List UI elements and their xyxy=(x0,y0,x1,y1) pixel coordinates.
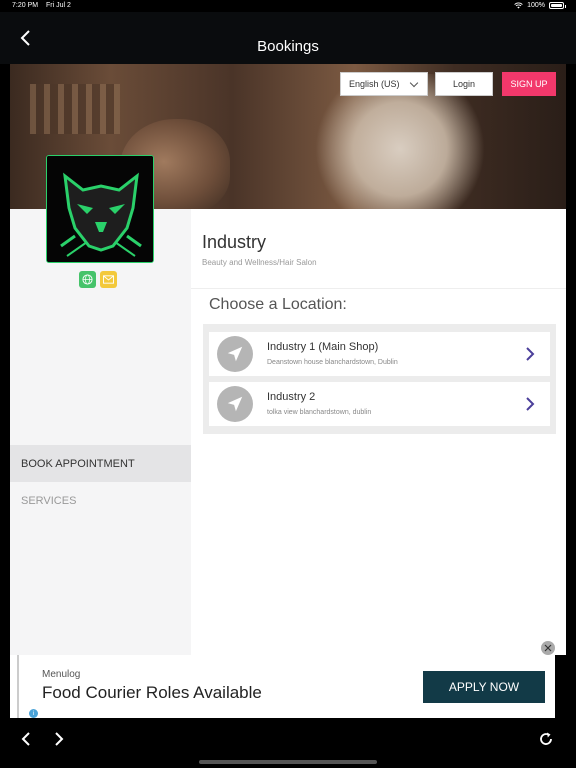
location-heading: Choose a Location: xyxy=(209,296,347,313)
hero-background xyxy=(30,84,120,134)
ad-info-icon[interactable]: i xyxy=(29,709,38,718)
bottom-toolbar xyxy=(0,718,576,768)
contact-badges xyxy=(79,271,117,288)
business-name: Industry xyxy=(202,232,267,252)
mail-icon xyxy=(103,275,114,284)
globe-icon xyxy=(82,274,93,285)
sidebar-item-services[interactable]: SERVICES xyxy=(10,482,191,519)
status-date: Fri Jul 2 xyxy=(46,2,71,9)
location-name: Industry 2 xyxy=(267,391,316,403)
chevron-down-icon xyxy=(409,78,419,88)
location-address: tolka view blanchardstown, dublin xyxy=(267,409,372,416)
location-name: Industry 1 (Main Shop) xyxy=(267,341,379,353)
status-right: 100% xyxy=(514,2,566,9)
refresh-icon[interactable] xyxy=(538,731,554,747)
sidebar-item-book-appointment[interactable]: BOOK APPOINTMENT xyxy=(10,445,191,482)
divider xyxy=(191,288,566,289)
ad-edge xyxy=(17,655,19,718)
location-list: Industry 1 (Main Shop) Deanstown house b… xyxy=(203,324,556,434)
language-value: English (US) xyxy=(349,79,400,89)
navigation-arrow-icon xyxy=(217,336,253,372)
location-address: Deanstown house blanchardstown, Dublin xyxy=(267,359,398,366)
nav-bar: Bookings xyxy=(0,12,576,64)
ad-apply-button[interactable]: APPLY NOW xyxy=(423,671,545,703)
browser-back-icon[interactable] xyxy=(18,731,34,747)
website-button[interactable] xyxy=(79,271,96,288)
location-item[interactable]: Industry 1 (Main Shop) Deanstown house b… xyxy=(209,332,550,376)
ad-banner[interactable]: Menulog Food Courier Roles Available APP… xyxy=(10,655,555,718)
battery-icon xyxy=(549,2,566,9)
signup-button[interactable]: SIGN UP xyxy=(502,72,556,96)
wifi-icon xyxy=(514,2,523,9)
navigation-arrow-icon xyxy=(217,386,253,422)
battery-percent: 100% xyxy=(527,2,545,9)
chevron-right-icon xyxy=(526,397,535,411)
browser-forward-icon[interactable] xyxy=(51,731,67,747)
chevron-right-icon xyxy=(526,347,535,361)
nav-title: Bookings xyxy=(257,38,319,55)
language-select[interactable]: English (US) xyxy=(340,72,428,96)
home-indicator xyxy=(199,760,377,764)
business-logo xyxy=(46,155,154,263)
status-bar: 7:20 PM Fri Jul 2 100% xyxy=(0,0,576,12)
close-icon xyxy=(544,644,552,652)
ad-brand: Menulog xyxy=(42,669,81,680)
location-item[interactable]: Industry 2 tolka view blanchardstown, du… xyxy=(209,382,550,426)
ad-close-button[interactable] xyxy=(541,641,555,655)
ad-headline: Food Courier Roles Available xyxy=(42,683,262,702)
business-category: Beauty and Wellness/Hair Salon xyxy=(202,258,317,267)
status-time: 7:20 PM xyxy=(12,2,39,9)
booking-page: English (US) Login SIGN UP BOOK APPOINTM… xyxy=(10,64,566,655)
email-button[interactable] xyxy=(100,271,117,288)
panther-logo-icon xyxy=(47,156,153,262)
login-button[interactable]: Login xyxy=(435,72,493,96)
